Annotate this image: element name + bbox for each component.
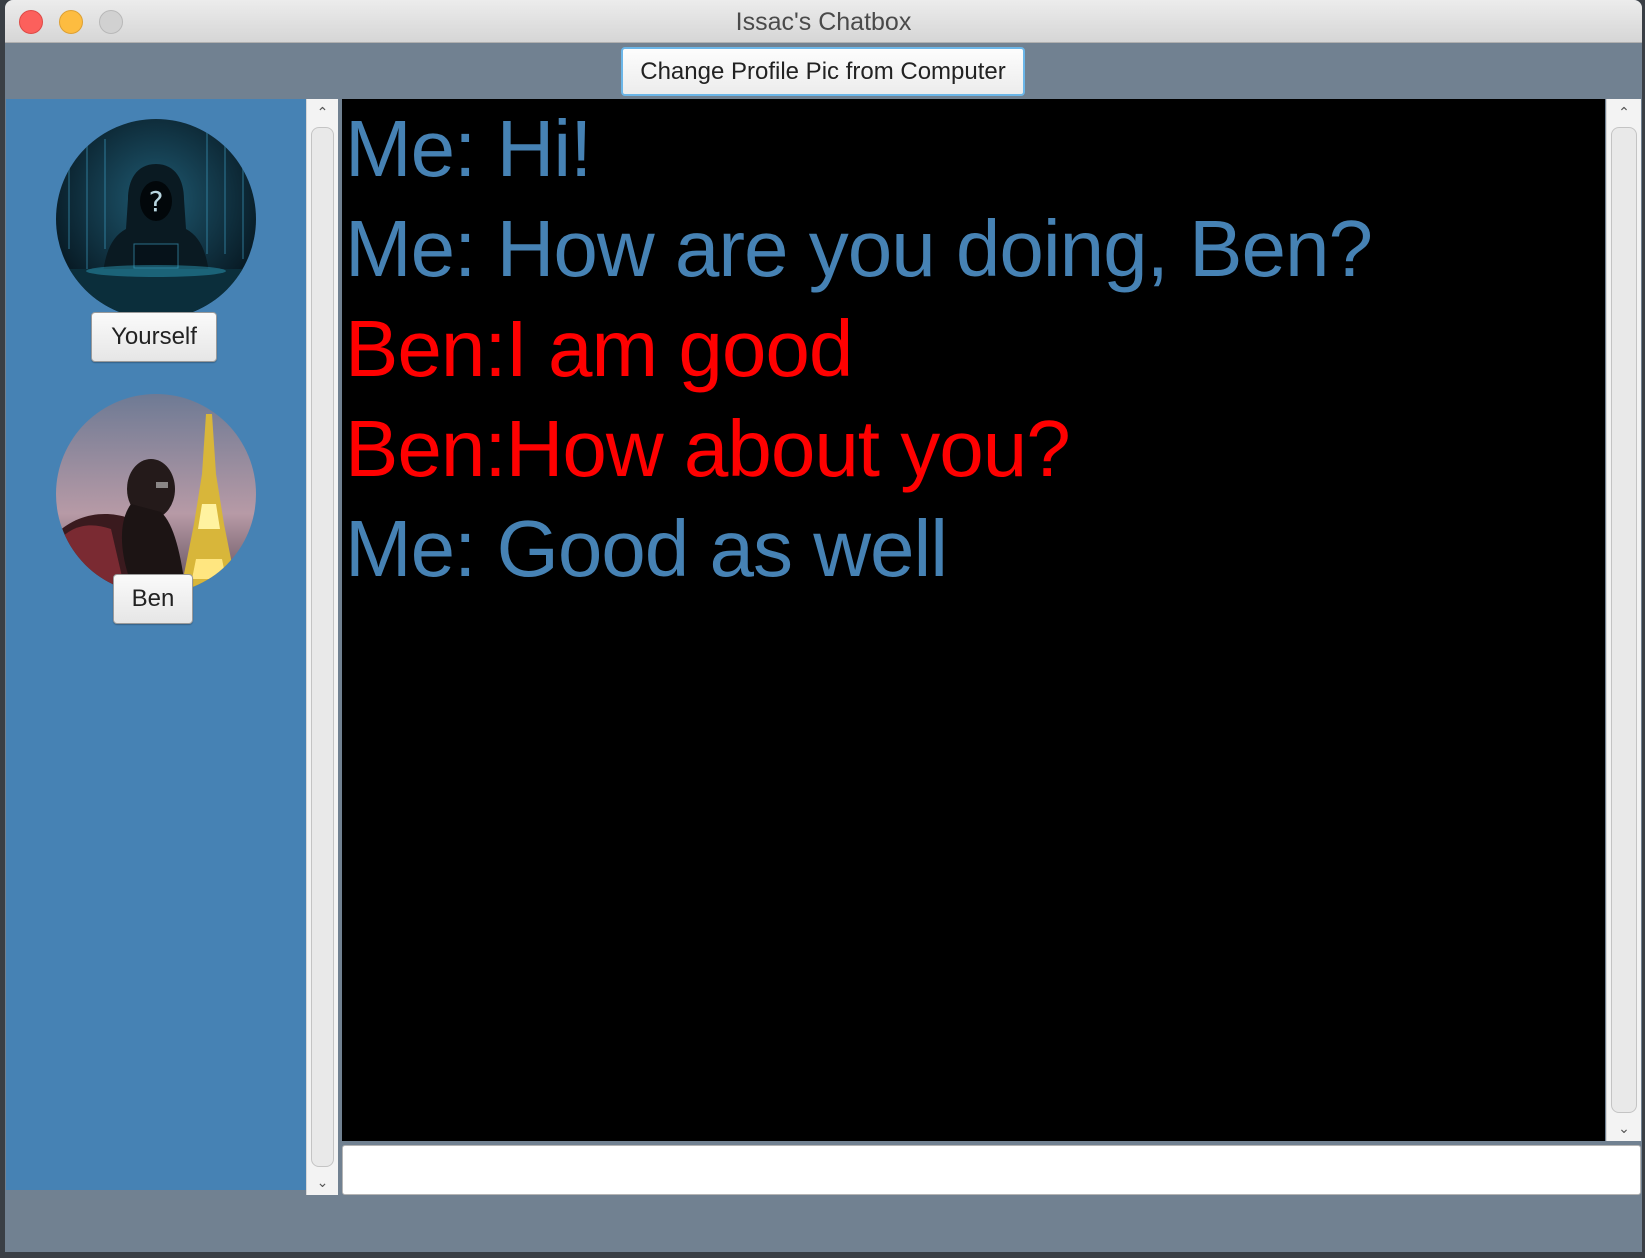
sidebar-scrollbar[interactable]: ⌃ ⌄ — [306, 99, 338, 1195]
change-profile-pic-button[interactable]: Change Profile Pic from Computer — [621, 47, 1025, 96]
chat-message: Me: Good as well — [345, 504, 948, 593]
chat-message: Ben:How about you? — [345, 404, 1071, 493]
message-input[interactable] — [342, 1145, 1641, 1195]
avatar-yourself: ? — [56, 119, 256, 319]
chat-message: Me: Hi! — [345, 104, 592, 193]
contact-button-ben[interactable]: Ben — [113, 574, 193, 624]
scroll-down-arrow-icon[interactable]: ⌄ — [307, 1171, 338, 1193]
svg-text:?: ? — [149, 185, 164, 218]
chat-scroll-down-arrow-icon[interactable]: ⌄ — [1607, 1117, 1641, 1139]
chat-scrollbar[interactable]: ⌃ ⌄ — [1606, 99, 1641, 1141]
hacker-avatar-icon: ? — [56, 119, 256, 319]
chat-scroll-up-arrow-icon[interactable]: ⌃ — [1607, 101, 1641, 123]
contact-button-yourself[interactable]: Yourself — [91, 312, 217, 362]
avatar-ben — [56, 394, 256, 594]
scroll-up-arrow-icon[interactable]: ⌃ — [307, 101, 338, 123]
window-title: Issac's Chatbox — [735, 8, 912, 36]
sidebar-scroll-thumb[interactable] — [311, 127, 334, 1167]
chat-message: Me: How are you doing, Ben? — [345, 204, 1373, 293]
title-bar[interactable]: Issac's Chatbox — [5, 0, 1642, 43]
chat-window: Issac's Chatbox Change Profile Pic from … — [5, 0, 1642, 1252]
contacts-sidebar: ? Yourself Ben — [6, 99, 306, 1190]
chat-message: Ben:I am good — [345, 304, 853, 393]
chat-messages-area: Me: Hi! Me: How are you doing, Ben? Ben:… — [342, 99, 1605, 1141]
ben-photo-icon — [56, 394, 256, 594]
chat-scroll-thumb[interactable] — [1611, 127, 1637, 1113]
